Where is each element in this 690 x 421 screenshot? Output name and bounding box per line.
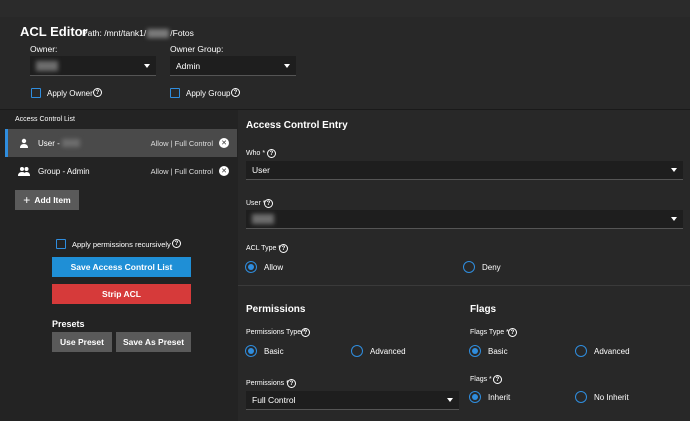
allow-label: Allow xyxy=(264,263,284,272)
permissions-value: Full Control xyxy=(252,395,296,405)
apply-owner-label: Apply Owner xyxy=(47,89,93,98)
acl-entry-permission: Allow | Full Control xyxy=(150,166,213,176)
apply-owner-checkbox[interactable] xyxy=(31,88,41,98)
acl-entry-name: User - xyxy=(38,139,80,148)
owner-group-select[interactable]: Admin xyxy=(170,56,296,76)
save-as-preset-button[interactable]: Save As Preset xyxy=(116,332,191,352)
path-suffix: /Fotos xyxy=(170,28,194,38)
permissions-advanced-label: Advanced xyxy=(370,347,406,356)
help-icon[interactable]: ? xyxy=(287,379,296,388)
chevron-down-icon xyxy=(671,217,677,221)
flags-type-label: Flags Type * xyxy=(470,329,509,336)
permissions-label: Permissions * xyxy=(246,380,289,387)
group-icon xyxy=(18,166,30,176)
no-inherit-label: No Inherit xyxy=(594,393,629,402)
plus-icon: + xyxy=(23,193,31,207)
help-icon[interactable]: ? xyxy=(493,375,502,384)
owner-label: Owner: xyxy=(30,44,58,54)
inherit-radio[interactable] xyxy=(469,391,481,403)
presets-title: Presets xyxy=(52,319,85,329)
radio-selected-dot xyxy=(248,348,254,354)
permissions-select[interactable]: Full Control xyxy=(246,391,459,410)
who-select[interactable]: User xyxy=(246,161,683,180)
apply-group-checkbox[interactable] xyxy=(170,88,180,98)
owner-group-value: Admin xyxy=(176,60,201,71)
ace-title: Access Control Entry xyxy=(246,120,348,131)
help-icon[interactable]: ? xyxy=(264,199,273,208)
strip-acl-button[interactable]: Strip ACL xyxy=(52,284,191,304)
user-label: User * xyxy=(246,200,266,207)
acl-type-label: ACL Type * xyxy=(246,245,282,252)
user-icon xyxy=(18,138,30,148)
user-select[interactable] xyxy=(246,210,683,229)
help-icon[interactable]: ? xyxy=(231,88,240,97)
acl-entry-group[interactable]: Group - Admin Allow | Full Control ✕ xyxy=(5,157,237,185)
inherit-label: Inherit xyxy=(488,393,511,402)
radio-selected-dot xyxy=(248,264,254,270)
radio-selected-dot xyxy=(472,394,478,400)
permissions-advanced-radio[interactable] xyxy=(351,345,363,357)
help-icon[interactable]: ? xyxy=(267,149,276,158)
flags-advanced-radio[interactable] xyxy=(575,345,587,357)
flags-advanced-label: Advanced xyxy=(594,347,630,356)
help-icon[interactable]: ? xyxy=(301,328,310,337)
radio-selected-dot xyxy=(472,348,478,354)
redacted-user-name xyxy=(62,139,80,148)
redacted-owner-value xyxy=(36,60,58,71)
top-bar xyxy=(0,0,690,17)
acl-entry-user[interactable]: User - Allow | Full Control ✕ xyxy=(5,129,237,157)
redacted-path-segment xyxy=(147,29,170,39)
chevron-down-icon xyxy=(144,63,150,68)
permissions-title: Permissions xyxy=(246,304,306,315)
apply-recursively-label: Apply permissions recursively xyxy=(72,240,171,249)
owner-select[interactable] xyxy=(30,56,156,76)
chevron-down-icon xyxy=(671,168,677,172)
help-icon[interactable]: ? xyxy=(172,239,181,248)
acl-entry-name: Group - Admin xyxy=(38,166,90,176)
who-value: User xyxy=(252,165,270,175)
acl-list-title: Access Control List xyxy=(15,116,75,123)
permissions-type-label: Permissions Type * xyxy=(246,329,306,336)
apply-group-label: Apply Group xyxy=(186,89,231,98)
flags-label: Flags * xyxy=(470,376,492,383)
chevron-down-icon xyxy=(284,63,290,68)
help-icon[interactable]: ? xyxy=(508,328,517,337)
chevron-down-icon xyxy=(447,398,453,402)
save-acl-button[interactable]: Save Access Control List xyxy=(52,257,191,277)
remove-entry-icon[interactable]: ✕ xyxy=(219,138,229,148)
deny-radio[interactable] xyxy=(463,261,475,273)
permissions-basic-label: Basic xyxy=(264,347,284,356)
who-label: Who * xyxy=(246,150,266,157)
apply-recursively-checkbox[interactable] xyxy=(56,239,66,249)
page-title: ACL Editor xyxy=(20,24,88,39)
section-divider xyxy=(238,285,690,286)
use-preset-button[interactable]: Use Preset xyxy=(52,332,112,352)
dataset-path: Path: /mnt/tank1/ /Fotos xyxy=(82,28,194,39)
add-item-button[interactable]: + Add Item xyxy=(15,190,79,210)
help-icon[interactable]: ? xyxy=(279,244,288,253)
allow-radio[interactable] xyxy=(245,261,257,273)
no-inherit-radio[interactable] xyxy=(575,391,587,403)
owner-group-label: Owner Group: xyxy=(170,44,224,54)
flags-title: Flags xyxy=(470,304,497,315)
redacted-user-value xyxy=(252,214,274,224)
deny-label: Deny xyxy=(482,263,501,272)
help-icon[interactable]: ? xyxy=(93,88,102,97)
flags-basic-label: Basic xyxy=(488,347,508,356)
path-prefix: Path: /mnt/tank1/ xyxy=(82,28,147,38)
remove-entry-icon[interactable]: ✕ xyxy=(219,166,229,176)
acl-entry-permission: Allow | Full Control xyxy=(150,138,213,148)
permissions-basic-radio[interactable] xyxy=(245,345,257,357)
flags-basic-radio[interactable] xyxy=(469,345,481,357)
